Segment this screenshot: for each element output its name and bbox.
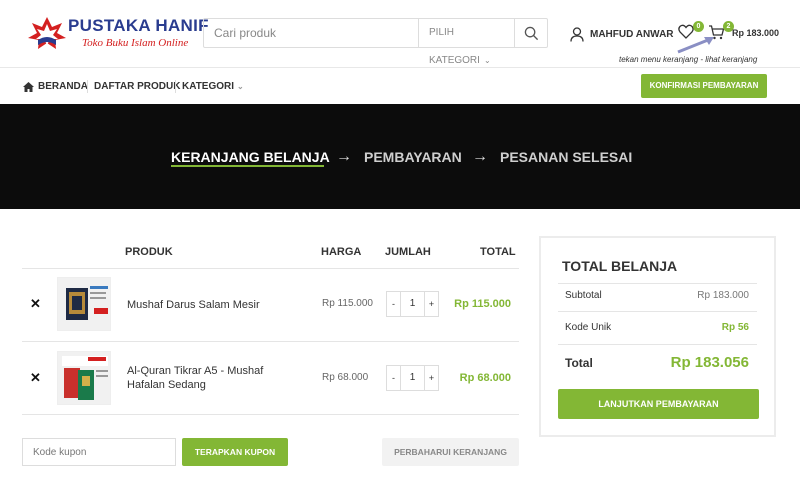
totals-title: TOTAL BELANJA bbox=[562, 258, 678, 274]
search-bar: PILIH KATEGORI⌄ bbox=[203, 18, 548, 66]
search-input[interactable] bbox=[204, 19, 418, 47]
quantity-input[interactable]: 1 bbox=[401, 366, 424, 390]
confirm-payment-button[interactable]: KONFIRMASI PEMBAYARAN bbox=[641, 74, 767, 98]
logo-emblem-icon bbox=[28, 17, 66, 49]
quantity-decrease-button[interactable]: - bbox=[387, 292, 401, 316]
grand-total-value: Rp 183.056 bbox=[670, 354, 749, 371]
home-icon bbox=[23, 81, 34, 92]
wishlist-count-badge: 0 bbox=[693, 21, 704, 32]
proceed-to-checkout-button[interactable]: LANJUTKAN PEMBAYARAN bbox=[558, 389, 759, 419]
remove-item-button[interactable]: ✕ bbox=[30, 370, 41, 386]
line-total: Rp 115.000 bbox=[454, 298, 511, 310]
remove-item-button[interactable]: ✕ bbox=[30, 296, 41, 312]
quantity-input[interactable]: 1 bbox=[401, 292, 424, 316]
product-price: Rp 115.000 bbox=[322, 298, 373, 309]
nav-categories-label: KATEGORI bbox=[182, 81, 235, 92]
totals-divider bbox=[558, 311, 757, 312]
step-cart[interactable]: KERANJANG BELANJA bbox=[171, 149, 330, 165]
col-header-qty: JUMLAH bbox=[385, 246, 431, 258]
account-link[interactable]: MAHFUD ANWAR bbox=[570, 25, 674, 43]
table-divider bbox=[22, 341, 519, 342]
category-select-label: PILIH KATEGORI bbox=[429, 27, 480, 66]
user-name: MAHFUD ANWAR bbox=[590, 28, 674, 40]
arrow-right-icon: → bbox=[336, 148, 352, 165]
nav-home[interactable]: BERANDA bbox=[23, 81, 88, 92]
totals-divider bbox=[558, 283, 757, 284]
subtotal-label: Subtotal bbox=[565, 290, 602, 301]
cart-total-amount[interactable]: Rp 183.000 bbox=[732, 28, 779, 38]
nav-products[interactable]: DAFTAR PRODUK bbox=[94, 81, 180, 92]
product-thumbnail[interactable] bbox=[57, 277, 111, 331]
product-name[interactable]: Al-Quran Tikrar A5 - Mushaf Hafalan Seda… bbox=[127, 364, 302, 392]
chevron-down-icon: ⌄ bbox=[237, 82, 244, 91]
annotation-arrow-icon bbox=[677, 37, 714, 54]
search-icon bbox=[524, 26, 539, 40]
grand-total-label: Total bbox=[565, 356, 593, 370]
line-total: Rp 68.000 bbox=[459, 372, 511, 384]
product-thumbnail[interactable] bbox=[57, 351, 111, 405]
nav-home-label: BERANDA bbox=[38, 81, 88, 92]
chevron-down-icon: ⌄ bbox=[483, 56, 491, 65]
subtotal-value: Rp 183.000 bbox=[697, 290, 749, 301]
step-done: PESANAN SELESAI bbox=[500, 149, 633, 165]
book-image-icon bbox=[58, 278, 110, 330]
checkout-steps-banner: KERANJANG BELANJA → PEMBAYARAN → PESANAN… bbox=[0, 104, 800, 209]
active-step-underline bbox=[171, 165, 324, 167]
product-name[interactable]: Mushaf Darus Salam Mesir bbox=[127, 298, 302, 312]
unique-code-label: Kode Unik bbox=[565, 322, 612, 333]
nav-divider bbox=[175, 80, 176, 93]
update-cart-button[interactable]: PERBAHARUI KERANJANG bbox=[382, 438, 519, 466]
table-divider bbox=[22, 268, 519, 269]
step-payment: PEMBAYARAN bbox=[364, 149, 462, 165]
table-divider bbox=[22, 414, 519, 415]
product-price: Rp 68.000 bbox=[322, 372, 369, 383]
col-header-product: PRODUK bbox=[125, 246, 173, 258]
quantity-decrease-button[interactable]: - bbox=[387, 366, 401, 390]
category-select[interactable]: PILIH KATEGORI ⌄ bbox=[418, 19, 514, 66]
site-logo[interactable]: PUSTAKA HANIF Toko Buku Islam Online bbox=[26, 12, 209, 56]
nav-divider bbox=[87, 80, 88, 93]
book-image-icon bbox=[58, 352, 110, 404]
user-icon bbox=[570, 26, 584, 42]
arrow-right-icon: → bbox=[472, 148, 488, 165]
search-button[interactable] bbox=[514, 19, 548, 47]
nav-products-label: DAFTAR PRODUK bbox=[94, 81, 181, 92]
apply-coupon-button[interactable]: TERAPKAN KUPON bbox=[182, 438, 288, 466]
cart-totals-box: TOTAL BELANJA Subtotal Rp 183.000 Kode U… bbox=[539, 236, 776, 437]
col-header-total: TOTAL bbox=[480, 246, 516, 258]
logo-title: PUSTAKA HANIF bbox=[68, 16, 209, 35]
nav-categories[interactable]: KATEGORI ⌄ bbox=[182, 81, 244, 92]
col-header-price: HARGA bbox=[321, 246, 362, 258]
coupon-input[interactable] bbox=[22, 438, 176, 466]
annotation-text: tekan menu keranjang - lihat keranjang bbox=[619, 55, 758, 64]
site-header: PUSTAKA HANIF Toko Buku Islam Online PIL… bbox=[0, 0, 800, 68]
unique-code-value: Rp 56 bbox=[721, 322, 749, 333]
logo-tagline: Toko Buku Islam Online bbox=[82, 37, 189, 49]
totals-divider bbox=[558, 344, 757, 345]
